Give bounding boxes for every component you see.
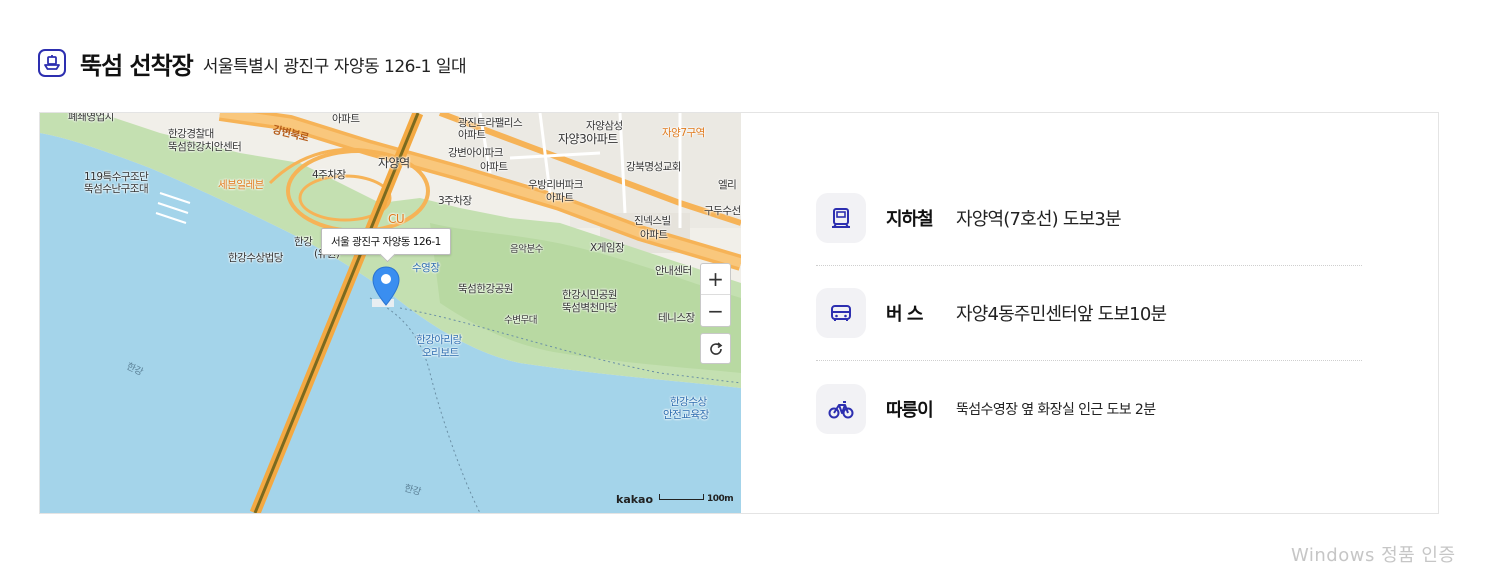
map-label: 강북명성교회 bbox=[626, 161, 681, 173]
map-label: 폐쇄영업지 bbox=[68, 113, 114, 123]
map-label: 테니스장 bbox=[658, 312, 695, 324]
scale-label: 100m bbox=[707, 494, 734, 504]
transport-row-bicycle: 따릉이 뚝섬수영장 옆 화장실 인근 도보 2분 bbox=[816, 361, 1362, 456]
subway-icon bbox=[816, 193, 866, 243]
transport-info: 지하철 자양역(7호선) 도보3분 버 스 자양4동주민센터앞 도보10분 따릉… bbox=[816, 113, 1362, 513]
map-label: 수영장 bbox=[412, 262, 440, 274]
map-label: 한강 bbox=[294, 236, 313, 248]
map-label: 음악분수 bbox=[510, 244, 543, 255]
map-label: 아파트 bbox=[480, 161, 508, 173]
transport-label: 지하철 bbox=[886, 209, 934, 230]
map-label: 아파트 bbox=[458, 129, 486, 141]
map-label: 뚝섬한강치안센터 bbox=[168, 141, 242, 153]
location-pin-icon[interactable] bbox=[371, 265, 401, 307]
page-header: 뚝섬 선착장 서울특별시 광진구 자양동 126-1 일대 bbox=[38, 46, 467, 80]
transport-label: 따릉이 bbox=[886, 399, 934, 421]
map-label: 엘리 bbox=[718, 179, 737, 191]
ferry-icon bbox=[38, 49, 66, 77]
zoom-out-button[interactable]: − bbox=[701, 295, 730, 326]
transport-value: 자양역(7호선) 도보3분 bbox=[956, 209, 1122, 230]
map-view[interactable]: 폐쇄영업지 아파트 광진트라팰리스 아파트 자양삼성 자양3아파트 자양7구역 … bbox=[40, 113, 741, 513]
location-card: 폐쇄영업지 아파트 광진트라팰리스 아파트 자양삼성 자양3아파트 자양7구역 … bbox=[39, 112, 1439, 514]
map-label: 자양3아파트 bbox=[558, 132, 618, 146]
bicycle-icon bbox=[816, 383, 866, 434]
windows-activation-watermark: Windows 정품 인증 bbox=[1291, 545, 1456, 563]
map-label: 한강경찰대 bbox=[168, 128, 214, 140]
map-label: 수변무대 bbox=[504, 315, 537, 326]
map-label: 안내센터 bbox=[655, 265, 692, 277]
map-label: 구두수선 bbox=[704, 205, 741, 217]
map-label: 우방리버파크 bbox=[528, 179, 583, 191]
map-label: 자양역 bbox=[378, 156, 410, 170]
map-label: 세븐일레븐 bbox=[218, 179, 264, 191]
map-label: 오리보트 bbox=[422, 347, 459, 359]
map-label: 119특수구조단 bbox=[84, 171, 149, 183]
map-label: 한강시민공원 bbox=[562, 289, 617, 301]
page-address: 서울특별시 광진구 자양동 126-1 일대 bbox=[202, 57, 467, 77]
map-label: X게임장 bbox=[590, 242, 625, 254]
map-label: 한강수상법당 bbox=[228, 252, 283, 264]
transport-label: 버 스 bbox=[886, 304, 923, 325]
map-label: 아파트 bbox=[546, 192, 574, 204]
map-label: 자양삼성 bbox=[586, 120, 623, 132]
map-label: 아파트 bbox=[640, 229, 668, 241]
map-label: 광진트라팰리스 bbox=[458, 117, 523, 129]
transport-value: 뚝섬수영장 옆 화장실 인근 도보 2분 bbox=[956, 401, 1156, 418]
map-label: CU bbox=[388, 212, 405, 226]
reset-button[interactable] bbox=[700, 333, 731, 364]
transport-row-bus: 버 스 자양4동주민센터앞 도보10분 bbox=[816, 266, 1362, 361]
map-label: 진넥스빌 bbox=[634, 215, 671, 227]
map-label: 자양7구역 bbox=[662, 127, 705, 139]
map-label: 아파트 bbox=[332, 113, 360, 125]
map-label: 뚝섬벽천마당 bbox=[562, 302, 617, 314]
map-label: 강변아이파크 bbox=[448, 147, 503, 159]
zoom-in-button[interactable]: + bbox=[701, 264, 730, 295]
map-label: 4주차장 bbox=[312, 169, 346, 181]
map-brand: kakao bbox=[616, 493, 654, 506]
scale-bar bbox=[659, 494, 704, 500]
map-label: 3주차장 bbox=[438, 195, 472, 207]
map-label: 뚝섬수난구조대 bbox=[84, 183, 149, 195]
zoom-controls: + − bbox=[700, 263, 731, 327]
transport-row-subway: 지하철 자양역(7호선) 도보3분 bbox=[816, 171, 1362, 266]
map-label: 뚝섬한강공원 bbox=[458, 283, 513, 295]
map-label: 한강아리랑 bbox=[416, 334, 462, 346]
transport-value: 자양4동주민센터앞 도보10분 bbox=[956, 304, 1167, 325]
map-label: 안전교육장 bbox=[663, 409, 709, 421]
bus-icon bbox=[816, 288, 866, 338]
page-title: 뚝섬 선착장 bbox=[80, 51, 194, 80]
map-callout: 서울 광진구 자양동 126-1 bbox=[321, 228, 451, 255]
reset-icon bbox=[709, 341, 722, 355]
map-label: 한강수상 bbox=[670, 396, 707, 408]
